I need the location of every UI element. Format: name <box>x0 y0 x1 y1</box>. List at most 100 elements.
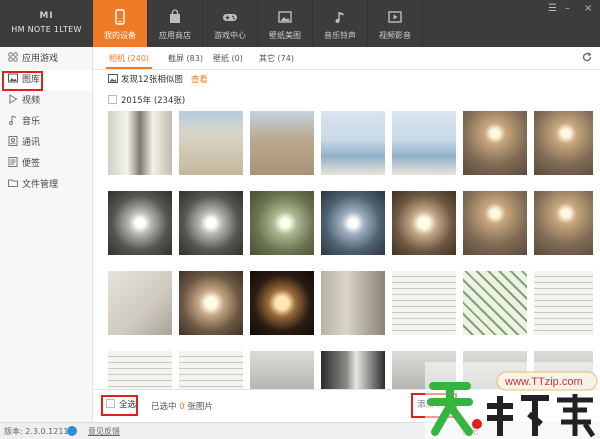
sidebar-item-apps[interactable]: 应用游戏 <box>0 49 92 70</box>
tab-app-store[interactable]: 应用商店 <box>148 0 203 47</box>
top-bar: MI HM NOTE 1LTEW 我的设备 应用商店 游戏中心 壁纸美图 音乐铃… <box>0 0 600 47</box>
tab-wallpaper[interactable]: 壁纸美图 <box>258 0 313 47</box>
music-icon <box>9 115 17 125</box>
photo-thumbnail[interactable] <box>534 271 593 335</box>
tab-label: 游戏中心 <box>214 31 246 40</box>
photo-thumbnail[interactable] <box>392 111 456 175</box>
sidebar-item-music[interactable]: 音乐 <box>0 112 92 133</box>
sidebar-item-label: 便签 <box>22 159 41 169</box>
photo-thumbnail[interactable] <box>534 191 593 255</box>
photo-thumbnail[interactable] <box>250 191 314 255</box>
photo-thumbnail[interactable] <box>108 351 172 389</box>
selected-count-text: 已选中 0 张图片 <box>151 400 213 412</box>
note-icon <box>8 157 18 167</box>
music-note-icon <box>335 12 344 23</box>
photo-thumbnail[interactable] <box>108 191 172 255</box>
status-right-text: 暂无 <box>462 427 478 436</box>
selection-highlight <box>2 71 43 91</box>
photo-thumbnail[interactable] <box>321 111 385 175</box>
photo-thumbnail[interactable] <box>108 271 172 335</box>
photo-thumbnail[interactable] <box>463 271 527 335</box>
tab-camera[interactable]: 相机 (240) <box>105 53 153 69</box>
refresh-icon[interactable] <box>582 52 592 62</box>
photo-thumbnail[interactable] <box>108 111 172 175</box>
photo-thumbnail[interactable] <box>179 111 243 175</box>
year-group-header: 2015年 (234张) <box>108 94 185 106</box>
sidebar-item-label: 音乐 <box>22 117 41 127</box>
sidebar-item-files[interactable]: 文件管理 <box>0 175 92 196</box>
phone-icon <box>115 9 125 25</box>
apps-icon <box>8 52 18 62</box>
close-icon[interactable]: × <box>584 4 592 14</box>
selected-count: 0 <box>179 402 185 412</box>
tab-label: 壁纸美图 <box>269 31 301 40</box>
year-group-label: 2015年 (234张) <box>121 96 186 106</box>
tab-label: 视频影音 <box>379 31 411 40</box>
selected-suffix: 张图片 <box>187 402 213 412</box>
status-bar: 版本: 2.3.0.1211 意见反馈 暂无 <box>0 422 600 439</box>
view-similar-link[interactable]: 查看 <box>191 75 208 85</box>
photo-thumbnail[interactable] <box>463 351 527 389</box>
mi-logo: MI <box>39 11 54 21</box>
sidebar-item-contacts[interactable]: 通讯 <box>0 133 92 154</box>
video-icon <box>388 11 402 23</box>
device-panel[interactable]: MI HM NOTE 1LTEW <box>0 0 93 47</box>
menu-icon[interactable]: ☰ <box>548 4 557 14</box>
select-all-label: 全选 <box>119 400 137 410</box>
photo-thumbnail[interactable] <box>321 351 385 389</box>
photo-thumbnail[interactable] <box>321 191 385 255</box>
photo-thumbnail[interactable] <box>179 271 243 335</box>
sidebar-item-label: 通讯 <box>22 138 41 148</box>
checkbox-box <box>106 399 115 408</box>
tab-wallpapers[interactable]: 壁纸 (0) <box>213 53 243 64</box>
photo-thumbnail[interactable] <box>392 271 456 335</box>
photo-thumbnail[interactable] <box>250 351 314 389</box>
similar-photos-text: 发现12张相似图 <box>121 75 183 85</box>
photo-thumbnail[interactable] <box>463 111 527 175</box>
select-all-checkbox[interactable]: 全选 <box>101 395 138 416</box>
tab-music-ringtone[interactable]: 音乐铃声 <box>313 0 368 47</box>
gamepad-icon <box>223 14 237 21</box>
tab-screenshots[interactable]: 截屏 (83) <box>168 53 203 64</box>
play-icon <box>9 94 18 104</box>
tab-my-device[interactable]: 我的设备 <box>93 0 148 47</box>
gallery-tabs: 相机 (240) 截屏 (83) 壁纸 (0) 其它 (74) <box>93 47 600 70</box>
tab-game-center[interactable]: 游戏中心 <box>203 0 258 47</box>
photo-thumbnail[interactable] <box>534 111 593 175</box>
contacts-icon <box>8 136 18 146</box>
photo-thumbnail[interactable] <box>250 111 314 175</box>
picture-icon <box>278 11 292 23</box>
tab-video[interactable]: 视频影音 <box>368 0 423 47</box>
tab-label: 应用商店 <box>159 31 191 40</box>
selected-prefix: 已选中 <box>151 402 177 412</box>
year-group-checkbox[interactable] <box>108 95 117 104</box>
photo-thumbnail[interactable] <box>463 191 527 255</box>
feedback-link[interactable]: 意见反馈 <box>88 426 120 437</box>
photo-thumbnail[interactable] <box>179 191 243 255</box>
device-model: HM NOTE 1LTEW <box>11 25 82 34</box>
app-window: MI HM NOTE 1LTEW 我的设备 应用商店 游戏中心 壁纸美图 音乐铃… <box>0 0 600 439</box>
similar-photos-icon <box>108 74 118 83</box>
add-to-computer-button[interactable]: 添加本 <box>411 393 457 418</box>
photo-thumbnail[interactable] <box>392 191 456 255</box>
sidebar-item-label: 文件管理 <box>22 180 59 190</box>
photo-thumbnail[interactable] <box>392 351 456 389</box>
sidebar-item-video[interactable]: 视频 <box>0 91 92 112</box>
version-label: 版本: 2.3.0.1211 <box>4 427 69 436</box>
minimize-icon[interactable]: – <box>565 4 570 14</box>
photo-grid <box>108 111 593 389</box>
similar-photos-notice: 发现12张相似图 查看 <box>108 73 208 85</box>
photo-thumbnail[interactable] <box>179 351 243 389</box>
tab-others[interactable]: 其它 (74) <box>259 53 294 64</box>
sidebar-item-notes[interactable]: 便签 <box>0 154 92 175</box>
action-bar: 全选 已选中 0 张图片 添加本 <box>93 389 600 422</box>
photo-thumbnail[interactable] <box>534 351 593 389</box>
photo-thumbnail[interactable] <box>250 271 314 335</box>
sidebar-item-gallery[interactable]: 图库 <box>0 70 92 91</box>
sidebar-item-label: 应用游戏 <box>22 54 59 64</box>
tab-label: 音乐铃声 <box>324 31 356 40</box>
update-icon[interactable] <box>67 426 77 436</box>
photo-thumbnail[interactable] <box>321 271 385 335</box>
main-nav: 我的设备 应用商店 游戏中心 壁纸美图 音乐铃声 视频影音 <box>93 0 423 47</box>
bag-icon <box>170 9 180 23</box>
